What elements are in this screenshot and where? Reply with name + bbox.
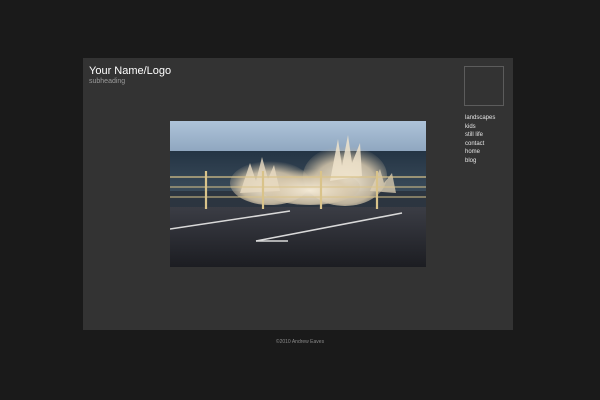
page: Your Name/Logo subheading landscapes kid… <box>0 0 600 400</box>
site-subheading: subheading <box>89 78 126 85</box>
nav-item-contact[interactable]: contact <box>465 140 495 149</box>
nav-item-home[interactable]: home <box>465 148 495 157</box>
nav-item-kids[interactable]: kids <box>465 123 495 132</box>
footer-copyright: ©2010 Andrew Eaves <box>275 339 325 345</box>
logo-placeholder-box <box>464 66 504 106</box>
site-title[interactable]: Your Name/Logo <box>89 65 171 77</box>
nav-item-landscapes[interactable]: landscapes <box>465 114 495 123</box>
nav-item-blog[interactable]: blog <box>465 157 495 166</box>
featured-photo <box>170 121 426 267</box>
nav-item-still-life[interactable]: still life <box>465 131 495 140</box>
photo-sky <box>170 121 426 152</box>
nav-menu: landscapes kids still life contact home … <box>465 114 495 166</box>
content-panel: Your Name/Logo subheading landscapes kid… <box>83 58 513 330</box>
